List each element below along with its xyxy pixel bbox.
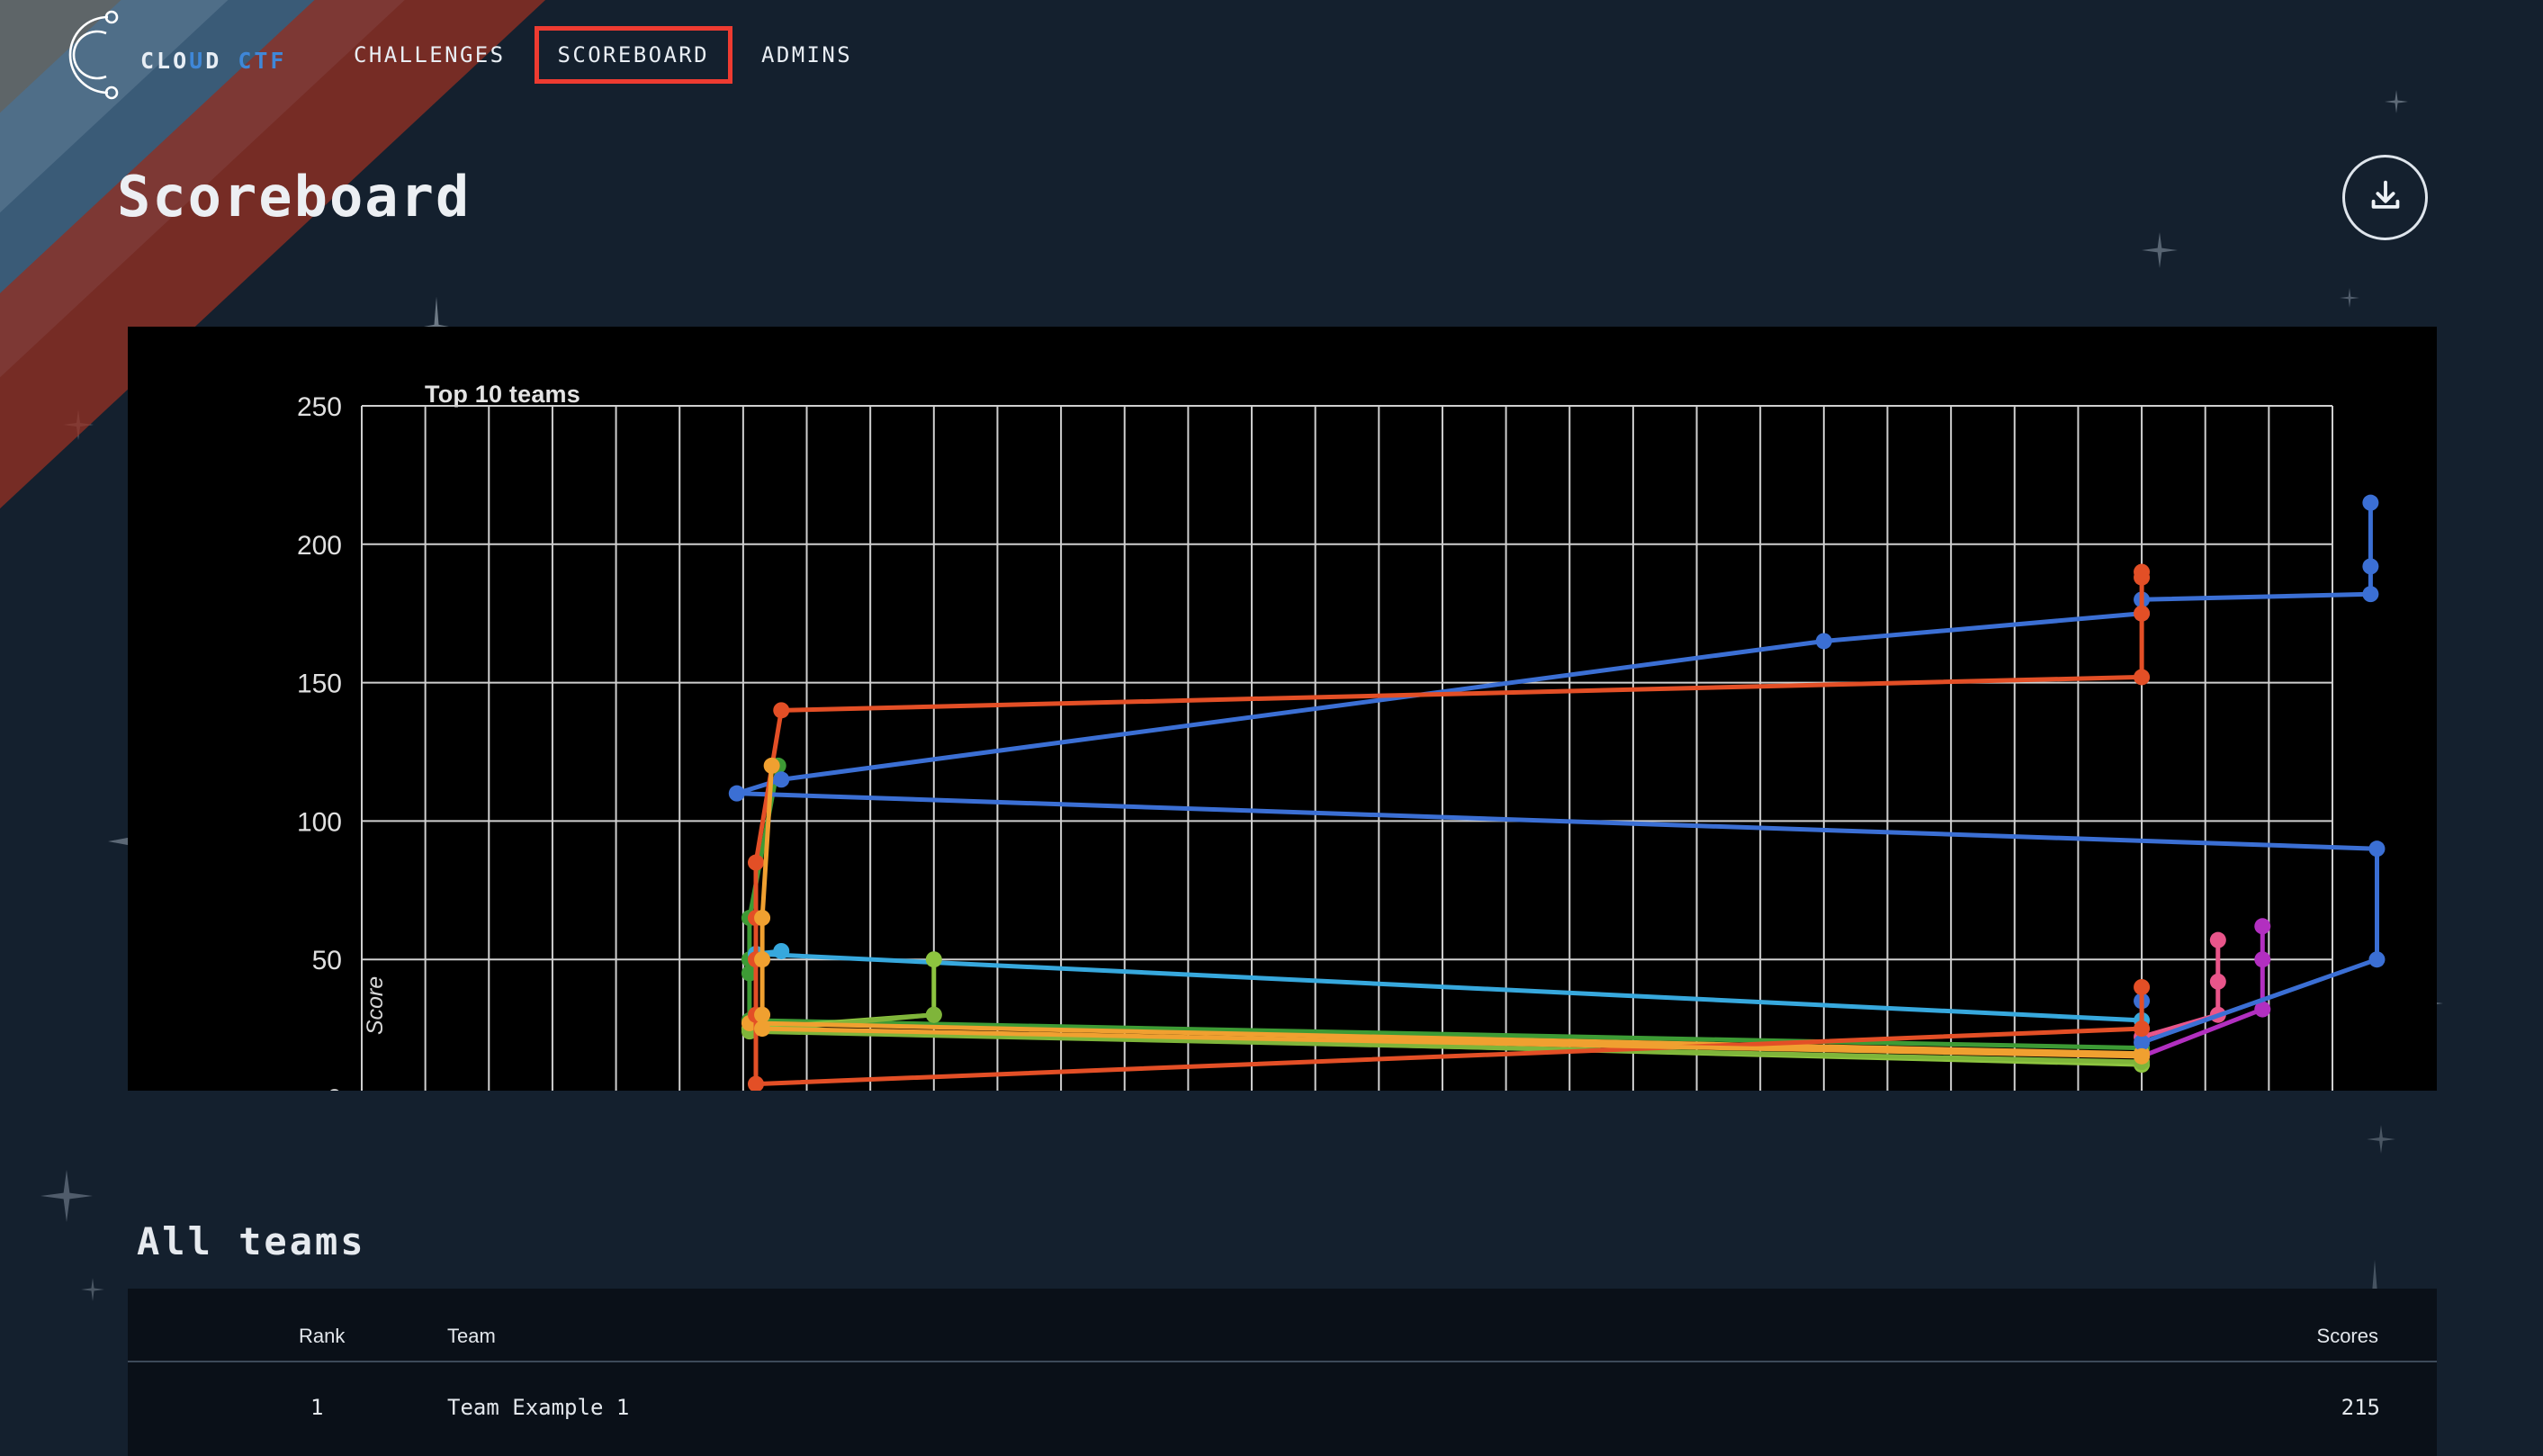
cell-rank: 1 — [310, 1395, 324, 1420]
table-header-row: Rank Team Scores — [128, 1289, 2437, 1362]
star-icon — [40, 1170, 93, 1222]
column-header-rank: Rank — [299, 1325, 346, 1347]
page-root: CLOUD CTF CHALLENGES SCOREBOARD ADMINS S… — [0, 0, 2543, 1456]
logo-text-part-4: CTF — [238, 48, 287, 74]
svg-text:50: 50 — [312, 946, 342, 975]
column-header-score: Scores — [2316, 1325, 2378, 1347]
cell-team: Team Example 1 — [447, 1395, 630, 1420]
main-navbar: CLOUD CTF CHALLENGES SCOREBOARD ADMINS — [0, 0, 2543, 110]
star-icon — [2340, 288, 2359, 308]
star-icon — [2142, 232, 2178, 268]
download-button[interactable] — [2342, 155, 2428, 240]
brand-logo[interactable]: CLOUD CTF — [56, 10, 283, 100]
nav-item-scoreboard[interactable]: SCOREBOARD — [534, 26, 732, 84]
star-icon — [2367, 1125, 2395, 1154]
star-icon — [63, 409, 94, 440]
logo-text-part-1: CLO — [140, 48, 190, 74]
cloud-ctf-logo-icon — [56, 8, 146, 106]
svg-text:250: 250 — [297, 392, 342, 422]
svg-text:100: 100 — [297, 807, 342, 837]
scoreboard-chart-card: Top 10 teams 050100150200250212223242526… — [128, 327, 2437, 1091]
page-title: Scoreboard — [117, 164, 472, 229]
download-icon — [2365, 175, 2406, 220]
scoreboard-line-chart: 050100150200250212223242526272829Oct 202… — [297, 392, 2386, 1091]
nav-links: CHALLENGES SCOREBOARD ADMINS — [330, 0, 876, 110]
chart-y-axis-label: Score — [363, 975, 389, 1036]
logo-text-part-3: D — [205, 48, 238, 74]
table-row[interactable]: 1 Team Example 1 215 — [128, 1362, 2437, 1452]
brand-logo-text: CLOUD CTF — [140, 48, 286, 74]
all-teams-table: Rank Team Scores 1 Team Example 1 215 — [128, 1289, 2437, 1456]
svg-text:0: 0 — [327, 1084, 342, 1091]
column-header-team: Team — [447, 1325, 496, 1347]
svg-text:200: 200 — [297, 531, 342, 561]
nav-item-admins[interactable]: ADMINS — [738, 26, 876, 84]
logo-text-part-2: U — [189, 48, 206, 74]
cell-score: 215 — [2341, 1395, 2380, 1420]
star-icon — [81, 1278, 104, 1301]
nav-item-challenges[interactable]: CHALLENGES — [330, 26, 529, 84]
all-teams-heading: All teams — [137, 1219, 366, 1263]
svg-text:150: 150 — [297, 670, 342, 699]
